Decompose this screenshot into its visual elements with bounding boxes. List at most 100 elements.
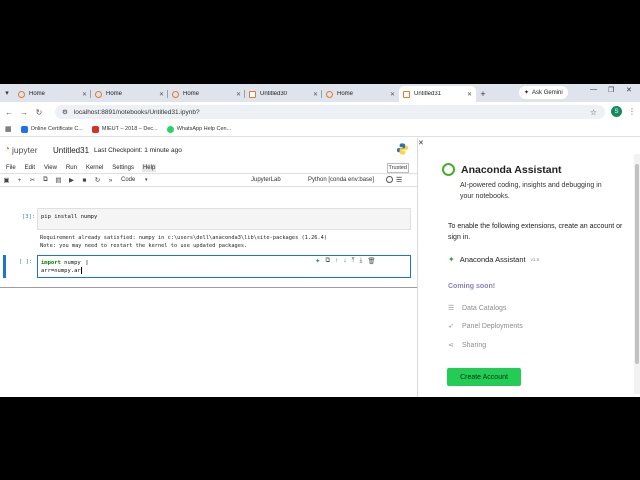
- anaconda-assistant-panel: ✕ Anaconda Assistant AI-powered coding, …: [418, 138, 640, 397]
- kernel-name[interactable]: Python [conda env:base]: [308, 177, 374, 183]
- jupyter-header: ◔ jupyter Untitled31 Last Checkpoint: 1 …: [0, 138, 417, 162]
- bookmark-label: MIEUT – 2018 – Dec...: [101, 126, 158, 132]
- feature-item: ➶ Panel Deployments: [448, 322, 523, 331]
- jupyter-logo[interactable]: ◔ jupyter: [4, 144, 38, 155]
- insert-above-icon[interactable]: ⤒: [352, 257, 355, 265]
- trusted-indicator[interactable]: Trusted: [386, 163, 409, 173]
- browser-tab-active[interactable]: Untitled31 ✕: [399, 86, 476, 102]
- run-icon[interactable]: ▶: [65, 176, 78, 184]
- checkpoint-status: Last Checkpoint: 1 minute ago: [94, 147, 182, 154]
- move-down-icon[interactable]: ↓: [343, 257, 346, 265]
- jupyter-favicon-icon: [326, 90, 333, 98]
- code-cell-input[interactable]: pip install numpy: [37, 208, 411, 230]
- enable-instructions: To enable the following extensions, crea…: [448, 223, 623, 241]
- menu-file[interactable]: File: [5, 164, 17, 172]
- jupyter-favicon-icon: [18, 90, 25, 98]
- ask-gemini-button[interactable]: ✦ Ask Gemini: [519, 86, 568, 99]
- jupyter-favicon-icon: [172, 90, 179, 98]
- bookmark-item[interactable]: MIEUT – 2018 – Dec...: [91, 125, 158, 133]
- url-text: localhost:8891/notebooks/Untitled31.ipyn…: [73, 108, 200, 116]
- close-tab-icon[interactable]: ✕: [82, 91, 87, 98]
- fast-forward-icon[interactable]: »: [104, 177, 117, 184]
- browser-tab[interactable]: Home ✕: [14, 86, 91, 102]
- tab-title: Home: [337, 91, 354, 97]
- address-bar[interactable]: ⚙ localhost:8891/notebooks/Untitled31.ip…: [55, 105, 605, 119]
- bookmark-item[interactable]: WhatsApp Help Cen...: [166, 125, 232, 133]
- profile-avatar[interactable]: S: [611, 106, 622, 117]
- bookmark-favicon-icon: [20, 125, 28, 133]
- tab-search-button[interactable]: ▾: [0, 84, 14, 102]
- restart-icon[interactable]: ↻: [91, 176, 104, 184]
- menu-edit[interactable]: Edit: [24, 164, 36, 172]
- cell-prompt: [3]:: [22, 214, 36, 220]
- cell-type-value: Code: [121, 177, 136, 183]
- menu-view[interactable]: View: [43, 164, 58, 172]
- hamburger-menu-icon[interactable]: ☰: [396, 176, 402, 184]
- close-tab-icon[interactable]: ✕: [236, 91, 241, 98]
- move-up-icon[interactable]: ↑: [335, 257, 338, 265]
- active-cell-indicator: [3, 255, 6, 278]
- close-tab-icon[interactable]: ✕: [313, 91, 318, 98]
- extension-item: ✦ Anaconda Assistant v1.6: [448, 255, 539, 264]
- browser-tab[interactable]: Home ✕: [322, 86, 399, 102]
- share-icon: ⋖: [448, 342, 454, 349]
- minimize-icon[interactable]: —: [590, 86, 597, 93]
- tab-title: Home: [106, 91, 123, 97]
- menu-help[interactable]: Help: [141, 163, 157, 172]
- close-panel-icon[interactable]: ✕: [418, 139, 424, 147]
- ask-gemini-label: Ask Gemini: [532, 89, 563, 96]
- apps-grid-icon[interactable]: ▦: [5, 125, 12, 133]
- close-tab-icon[interactable]: ✕: [159, 91, 164, 98]
- feature-item: ⋖ Sharing: [448, 341, 486, 350]
- browser-window: ▾ Home ✕ Home ✕ Home ✕ Untitled30 ✕ Home…: [0, 84, 640, 397]
- panel-scrollbar[interactable]: [634, 154, 640, 394]
- insert-cell-icon[interactable]: +: [13, 177, 26, 184]
- jupyter-favicon-icon: [95, 90, 102, 98]
- notebook-favicon-icon: [403, 90, 410, 98]
- tab-title: Home: [183, 91, 200, 97]
- bookmark-favicon-icon: [91, 125, 99, 133]
- jupyterlab-link[interactable]: JupyterLab: [251, 177, 281, 183]
- paste-icon[interactable]: ▤: [52, 176, 65, 184]
- maximize-icon[interactable]: ❐: [608, 86, 614, 94]
- cut-icon[interactable]: ✂: [26, 176, 39, 184]
- anaconda-logo-icon: [442, 163, 455, 176]
- close-tab-icon[interactable]: ✕: [467, 91, 472, 98]
- site-info-icon[interactable]: ⚙: [62, 108, 68, 116]
- jupyter-logo-icon: ◔: [4, 144, 11, 155]
- menu-kernel[interactable]: Kernel: [85, 164, 104, 172]
- create-account-button[interactable]: Create Account: [447, 368, 521, 386]
- close-tab-icon[interactable]: ✕: [390, 91, 395, 98]
- browser-tab[interactable]: Untitled30 ✕: [245, 86, 322, 102]
- duplicate-cell-icon[interactable]: ⧉: [325, 257, 330, 265]
- menu-run[interactable]: Run: [65, 164, 78, 172]
- close-window-icon[interactable]: ✕: [626, 86, 632, 94]
- extension-name: Anaconda Assistant: [459, 255, 526, 264]
- save-icon[interactable]: ▣: [0, 176, 13, 184]
- bookmark-label: WhatsApp Help Cen...: [176, 126, 232, 132]
- notebook-favicon-icon: [249, 90, 256, 98]
- cell-toolbar: ✦ ⧉ ↑ ↓ ⤒ ⤓ 🗑: [315, 257, 376, 265]
- interrupt-icon[interactable]: ■: [78, 177, 91, 184]
- copy-icon[interactable]: ⧉: [39, 176, 52, 184]
- new-tab-button[interactable]: +: [476, 86, 490, 102]
- ai-assist-icon[interactable]: ✦: [315, 257, 320, 265]
- reload-icon[interactable]: ↻: [33, 108, 45, 117]
- delete-cell-icon[interactable]: 🗑: [367, 257, 375, 265]
- menu-settings[interactable]: Settings: [111, 164, 135, 172]
- cell-source: pip install numpy: [41, 214, 98, 220]
- notebook-title[interactable]: Untitled31: [53, 146, 89, 155]
- coming-soon-heading: Coming soon!: [448, 283, 496, 290]
- browser-tab[interactable]: Home ✕: [168, 86, 245, 102]
- database-icon: ☰: [448, 305, 455, 312]
- insert-below-icon[interactable]: ⤓: [359, 257, 362, 265]
- tab-title: Home: [29, 91, 46, 97]
- browser-tab[interactable]: Home ✕: [91, 86, 168, 102]
- forward-icon[interactable]: →: [18, 108, 30, 117]
- bookmark-item[interactable]: Online Certificate C...: [20, 125, 83, 133]
- feature-label: Data Catalogs: [462, 304, 507, 312]
- back-icon[interactable]: ←: [3, 108, 15, 117]
- bookmark-star-icon[interactable]: ☆: [590, 108, 597, 117]
- browser-menu-icon[interactable]: ⋮: [628, 107, 636, 116]
- cell-type-select[interactable]: Code ▾: [121, 177, 148, 183]
